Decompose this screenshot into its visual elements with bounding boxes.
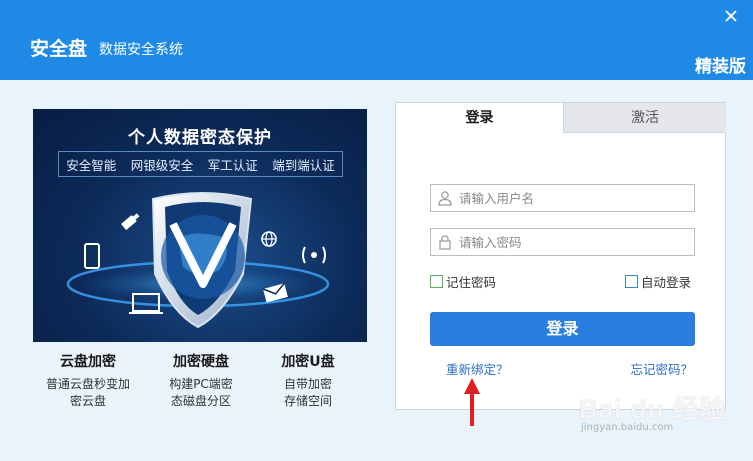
features-list: 云盘加密 普通云盘秒变加 密云盘 加密硬盘 构建PC端密 态磁盘分区 加密U盘 …	[33, 351, 367, 411]
username-field[interactable]	[430, 184, 695, 212]
feature-desc: 存储空间	[283, 394, 332, 408]
banner-tag: 安全智能	[66, 157, 117, 173]
user-icon	[431, 185, 459, 211]
username-input[interactable]	[459, 190, 689, 206]
banner-title: 个人数据密态保护	[128, 128, 272, 148]
close-icon	[725, 10, 737, 22]
promo-banner: 个人数据密态保护 安全智能 网银级安全 军工认证 端到端认证	[33, 109, 367, 342]
globe-icon	[261, 231, 277, 247]
login-button[interactable]: 登录	[430, 312, 695, 346]
banner-tags: 安全智能 网银级安全 军工认证 端到端认证	[58, 151, 343, 177]
wifi-icon	[302, 246, 326, 264]
password-input[interactable]	[459, 234, 689, 250]
checkbox-box[interactable]	[430, 275, 443, 288]
forgot-password-link[interactable]: 忘记密码？	[630, 359, 693, 378]
banner-tag: 端到端认证	[272, 157, 335, 173]
usb-icon	[121, 213, 140, 230]
close-button[interactable]	[721, 6, 741, 26]
watermark: Bai du 经验 jingyan.baidu.com	[579, 389, 739, 433]
feature-title: 加密U盘	[281, 354, 335, 370]
annotation-arrow-icon	[464, 378, 480, 426]
auto-login-checkbox[interactable]: 自动登录	[625, 272, 691, 291]
feature-desc: 密云盘	[69, 394, 106, 408]
banner-tag: 军工认证	[207, 157, 258, 173]
feature-desc: 态磁盘分区	[170, 394, 231, 408]
checkbox-box[interactable]	[625, 275, 638, 288]
feature-desc: 普通云盘秒变加	[45, 377, 130, 391]
banner-tag: 网银级安全	[130, 157, 194, 173]
lock-icon	[431, 229, 459, 255]
shield-illustration	[66, 192, 330, 329]
feature-encrypted-disk: 加密硬盘 构建PC端密 态磁盘分区	[146, 351, 256, 410]
remember-password-checkbox[interactable]: 记住密码	[430, 272, 496, 291]
edition-label: 精装版	[695, 57, 746, 77]
title-bar: 安全盘 数据安全系统 精装版	[0, 0, 753, 80]
login-panel: 登录 激活 记住密码 自动登录 登录 重新绑定？ 忘记密码？	[395, 102, 726, 410]
auto-login-label: 自动登录	[641, 275, 692, 290]
watermark-text: Bai du 经验	[579, 394, 727, 424]
feature-title: 云盘加密	[60, 354, 116, 370]
feature-encrypted-usb: 加密U盘 自带加密 存储空间	[253, 351, 363, 410]
phone-icon	[84, 243, 100, 269]
tab-login[interactable]: 登录	[396, 103, 563, 133]
rebind-link[interactable]: 重新绑定？	[446, 359, 509, 378]
password-field[interactable]	[430, 228, 695, 256]
remember-password-label: 记住密码	[446, 275, 497, 290]
feature-desc: 构建PC端密	[169, 377, 233, 391]
feature-title: 加密硬盘	[173, 354, 229, 370]
app-subtitle: 数据安全系统	[99, 42, 183, 58]
feature-cloud-encrypt: 云盘加密 普通云盘秒变加 密云盘	[33, 351, 143, 410]
tab-activate[interactable]: 激活	[563, 103, 726, 133]
app-name: 安全盘	[30, 38, 88, 60]
feature-desc: 自带加密	[283, 377, 332, 391]
